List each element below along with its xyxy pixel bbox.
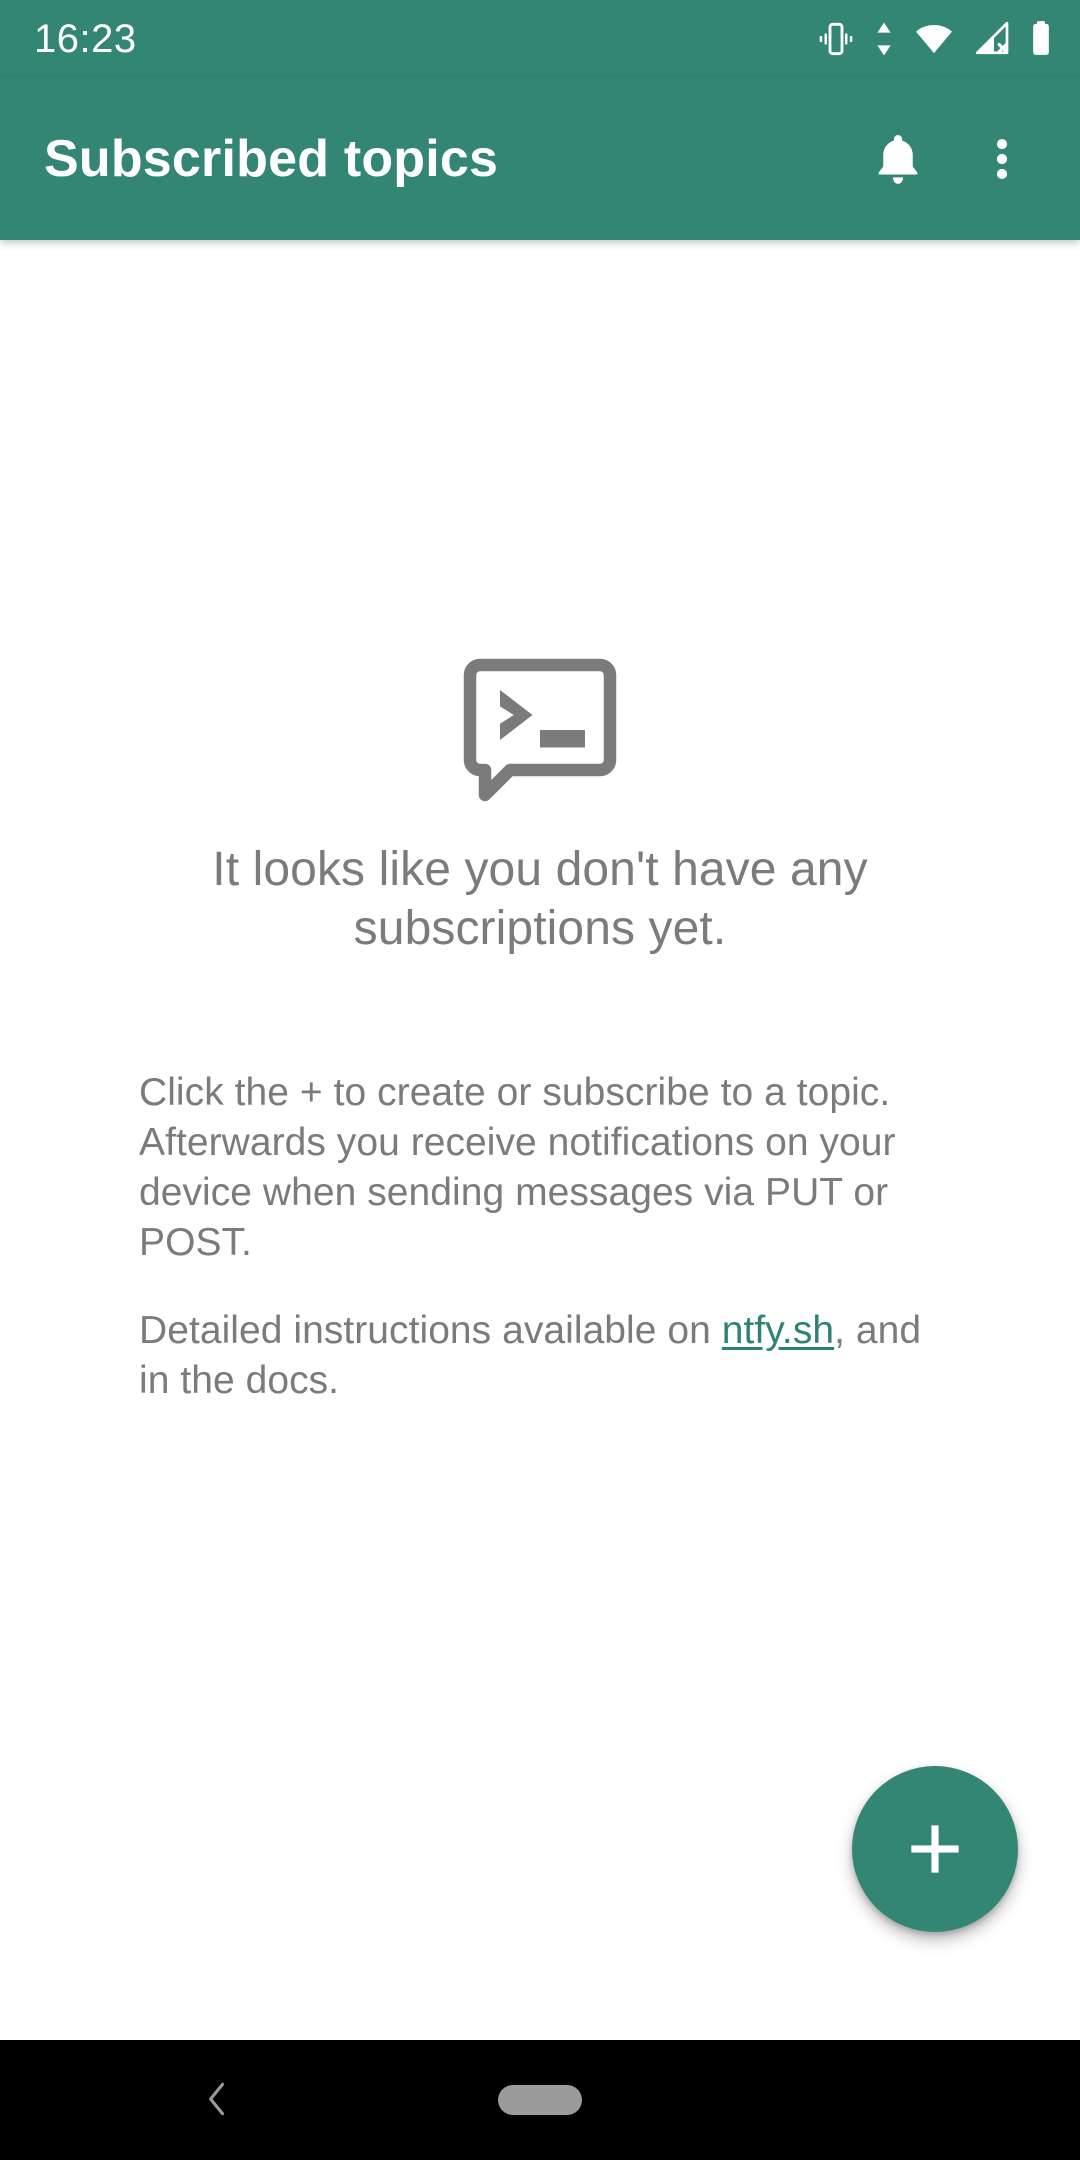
android-navigation-bar <box>0 2040 1080 2160</box>
empty-state: It looks like you don't have any subscri… <box>0 240 1080 1406</box>
phone-screen: 16:23 Subscribed topics It looks like yo… <box>0 0 1080 2160</box>
vibrate-icon <box>816 19 856 59</box>
nav-home-pill[interactable] <box>498 2085 582 2115</box>
status-bar: 16:23 <box>0 0 1080 78</box>
bell-icon <box>869 130 927 188</box>
ntfy-sh-link[interactable]: ntfy.sh <box>722 1309 834 1352</box>
status-bar-icons <box>816 19 1054 59</box>
app-bar: Subscribed topics <box>0 78 1080 240</box>
instructions-paragraph-1: Click the + to create or subscribe to a … <box>139 1071 896 1264</box>
instructions-paragraph-2: Detailed instructions available on ntfy.… <box>139 1306 945 1406</box>
main-content: It looks like you don't have any subscri… <box>0 240 1080 2040</box>
empty-state-heading: It looks like you don't have any subscri… <box>212 843 868 955</box>
app-bar-actions <box>850 111 1050 207</box>
add-subscription-fab[interactable] <box>852 1766 1018 1932</box>
more-vertical-icon <box>976 133 1028 185</box>
notification-bell-button[interactable] <box>850 111 946 207</box>
plus-icon <box>902 1816 968 1882</box>
cellular-off-icon <box>971 19 1013 59</box>
empty-state-instructions: Click the + to create or subscribe to a … <box>135 1068 945 1405</box>
nav-back-button[interactable] <box>172 2055 262 2145</box>
instructions-text-before-link: Detailed instructions available on <box>139 1308 722 1352</box>
ntfy-console-bubble-icon <box>460 655 620 805</box>
page-title: Subscribed topics <box>44 130 499 188</box>
status-bar-clock: 16:23 <box>34 17 137 61</box>
data-transfer-icon <box>871 19 897 59</box>
wifi-icon <box>912 19 956 59</box>
overflow-menu-button[interactable] <box>954 111 1050 207</box>
chevron-left-icon <box>195 2077 239 2124</box>
battery-icon <box>1028 19 1054 59</box>
